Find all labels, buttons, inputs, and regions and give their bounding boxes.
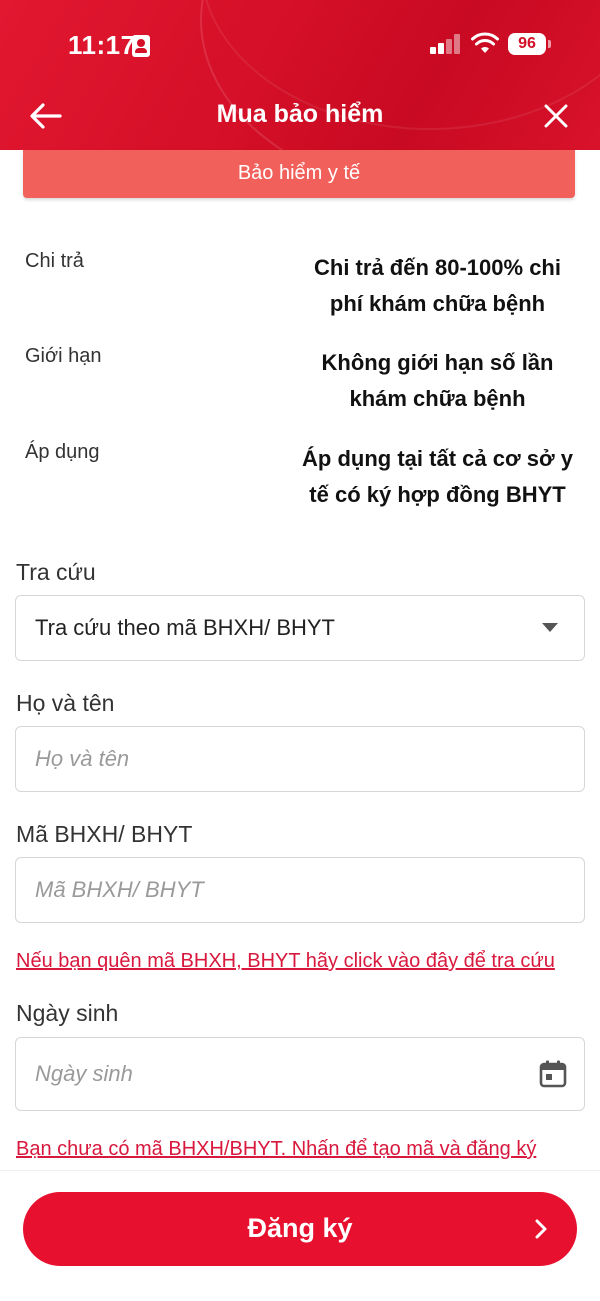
arrow-left-icon[interactable]: [26, 96, 66, 136]
forgot-code-link[interactable]: Nếu bạn quên mã BHXH, BHYT hãy click vào…: [16, 950, 555, 973]
wifi-icon: [471, 32, 499, 53]
benefit-value-line: khám chữa bệnh: [349, 386, 526, 411]
full-name-label: Họ và tên: [16, 690, 115, 716]
battery-indicator: 96: [508, 33, 546, 55]
lookup-label: Tra cứu: [16, 559, 96, 585]
app-header: 11:17 96 Mua bảo hiểm: [0, 0, 600, 150]
chevron-right-icon: [535, 1219, 547, 1239]
benefit-label: Giới hạn: [25, 345, 102, 367]
full-name-placeholder: Họ và tên: [35, 746, 130, 771]
insurance-code-label: Mã BHXH/ BHYT: [16, 821, 193, 847]
status-time: 11:17: [68, 30, 136, 60]
create-code-link[interactable]: Bạn chưa có mã BHXH/BHYT. Nhấn để tạo mã…: [16, 1138, 536, 1161]
benefit-label: Chi trả: [25, 250, 84, 272]
birth-date-label: Ngày sinh: [16, 1000, 119, 1026]
lookup-selected-value: Tra cứu theo mã BHXH/ BHYT: [35, 615, 335, 640]
birth-date-field[interactable]: Ngày sinh: [15, 1037, 585, 1111]
benefit-value-line: Không giới hạn số lần: [321, 350, 554, 375]
benefit-value-line: Áp dụng tại tất cả cơ sở y: [302, 446, 573, 471]
cellular-signal-icon: [430, 34, 462, 54]
page-title: Mua bảo hiểm: [216, 100, 384, 128]
tab-health-insurance[interactable]: Bảo hiểm y tế: [23, 150, 575, 198]
footer-divider: [0, 1170, 600, 1171]
benefit-value-line: Chi trả đến 80-100% chi: [314, 255, 561, 280]
register-button[interactable]: Đăng ký: [23, 1192, 577, 1266]
chevron-down-icon: [542, 623, 558, 632]
insurance-code-field[interactable]: Mã BHXH/ BHYT: [15, 857, 585, 923]
person-badge-icon: [132, 35, 150, 57]
battery-tip: [548, 40, 551, 48]
full-name-field[interactable]: Họ và tên: [15, 726, 585, 792]
benefit-value: Không giới hạn số lần khám chữa bệnh: [290, 345, 585, 417]
register-button-label: Đăng ký: [247, 1213, 353, 1243]
calendar-icon[interactable]: [538, 1059, 568, 1089]
insurance-code-placeholder: Mã BHXH/ BHYT: [35, 877, 204, 902]
lookup-select[interactable]: Tra cứu theo mã BHXH/ BHYT: [15, 595, 585, 661]
benefit-value: Áp dụng tại tất cả cơ sở y tế có ký hợp …: [290, 441, 585, 513]
close-icon[interactable]: [538, 98, 574, 134]
benefit-label: Áp dụng: [25, 441, 100, 463]
benefit-value-line: tế có ký hợp đồng BHYT: [309, 482, 566, 507]
benefit-value-line: phí khám chữa bệnh: [329, 291, 546, 316]
benefit-value: Chi trả đến 80-100% chi phí khám chữa bệ…: [290, 250, 585, 322]
birth-date-placeholder: Ngày sinh: [35, 1061, 133, 1086]
status-bar: 11:17 96: [0, 0, 600, 90]
